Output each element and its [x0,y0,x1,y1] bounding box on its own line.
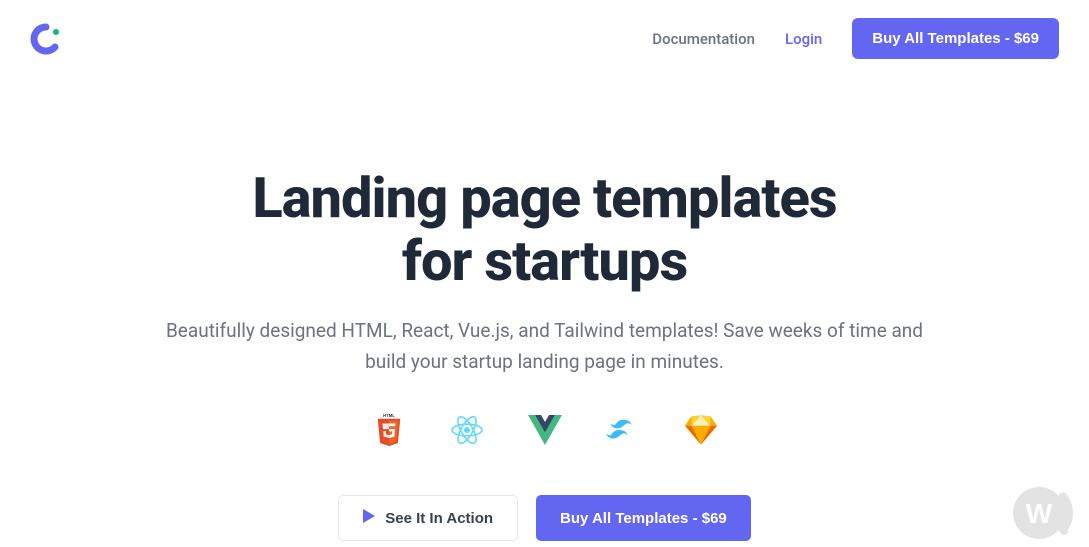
header: Documentation Login Buy All Templates - … [0,0,1089,77]
see-it-button[interactable]: See It In Action [338,495,518,541]
tech-icons-row: HTML [20,413,1069,447]
nav-login[interactable]: Login [785,30,822,48]
hero-section: Landing page templates for startups Beau… [0,77,1089,541]
hero-title-line1: Landing page templates [252,165,836,231]
vue-icon [528,413,562,447]
watermark-icon: W [1009,483,1085,543]
nav-buy-button[interactable]: Buy All Templates - $69 [852,18,1059,59]
nav-documentation[interactable]: Documentation [652,30,755,48]
html5-icon: HTML [372,413,406,447]
svg-text:W: W [1026,498,1053,529]
hero-subtitle: Beautifully designed HTML, React, Vue.js… [155,316,935,377]
logo-icon [30,23,62,55]
svg-text:HTML: HTML [383,413,395,418]
tailwind-icon [606,413,640,447]
hero-title: Landing page templates for startups [20,167,1069,292]
react-icon [450,413,484,447]
see-it-label: See It In Action [385,510,493,527]
play-icon [363,509,375,527]
sketch-icon [684,413,718,447]
cta-buttons: See It In Action Buy All Templates - $69 [20,495,1069,541]
buy-all-button[interactable]: Buy All Templates - $69 [536,495,751,541]
main-nav: Documentation Login Buy All Templates - … [652,18,1059,59]
hero-title-line2: for startups [402,228,687,294]
